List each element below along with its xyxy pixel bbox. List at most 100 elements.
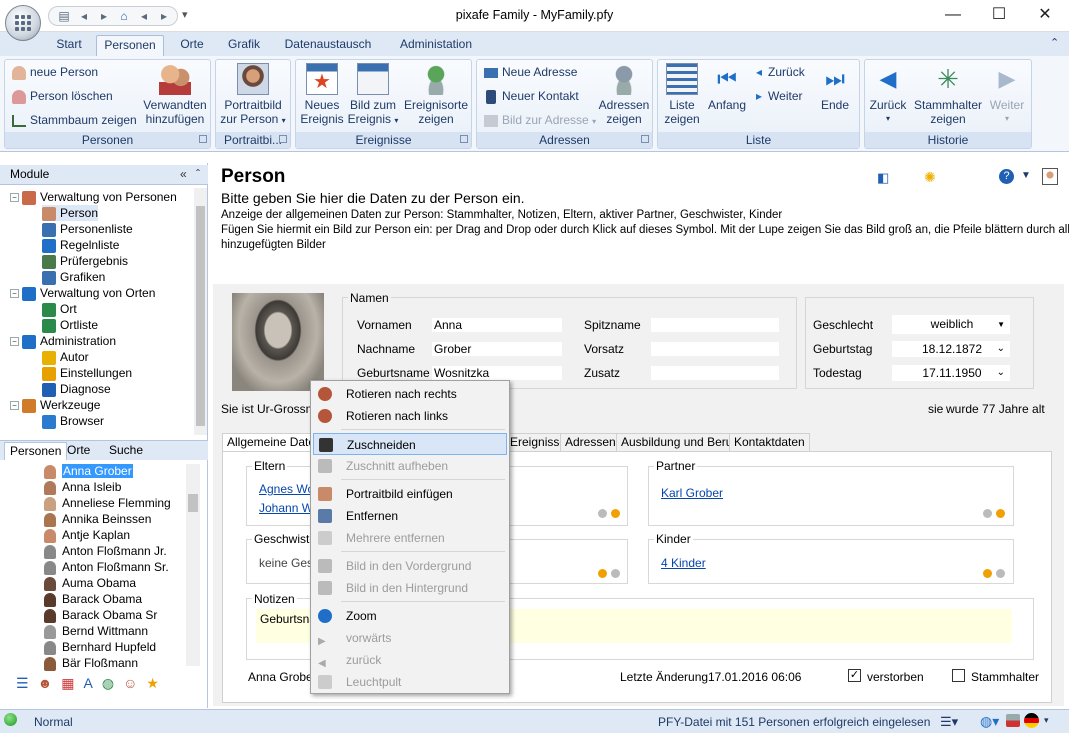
geburtstag-field[interactable]: 18.12.1872 ⌄ bbox=[892, 341, 1010, 357]
star-icon[interactable]: ★ bbox=[146, 675, 159, 692]
tab-grafik[interactable]: Grafik bbox=[222, 35, 266, 56]
tab-start[interactable]: Start bbox=[50, 35, 88, 56]
add-icon[interactable] bbox=[983, 509, 992, 518]
person-loeschen-button[interactable]: Person löschen bbox=[12, 89, 113, 104]
neue-person-button[interactable]: neue Person bbox=[12, 65, 98, 80]
add-icon[interactable] bbox=[598, 509, 607, 518]
tree-item[interactable]: Ort bbox=[42, 301, 77, 317]
tree-item[interactable]: Autor bbox=[42, 349, 89, 365]
tree-item[interactable]: Einstellungen bbox=[42, 365, 132, 381]
geburtsname-field[interactable]: Wosnitzka bbox=[432, 366, 562, 380]
tab-datenaustausch[interactable]: Datenaustausch bbox=[278, 35, 378, 56]
tab-suche[interactable]: Suche bbox=[104, 442, 148, 460]
context-menu-item[interactable]: Zoom bbox=[313, 605, 507, 627]
vorname-field[interactable]: Anna bbox=[432, 318, 562, 332]
remove-icon[interactable] bbox=[996, 569, 1005, 578]
list-view-icon[interactable]: ☰▾ bbox=[940, 714, 958, 730]
stammhalter-checkbox[interactable] bbox=[952, 669, 965, 682]
add-icon[interactable] bbox=[598, 569, 607, 578]
neues-ereignis-button[interactable]: ★ Neues Ereignis bbox=[298, 63, 346, 126]
adressen-zeigen-button[interactable]: Adressen zeigen bbox=[596, 63, 652, 126]
app-menu-button[interactable] bbox=[5, 5, 41, 41]
tree-item[interactable]: Grafiken bbox=[42, 269, 105, 285]
partner-link[interactable]: Karl Grober bbox=[661, 486, 723, 500]
person-list-item[interactable]: Barack Obama Sr bbox=[44, 607, 157, 623]
context-menu-item[interactable]: Bild in den Vordergrund bbox=[313, 555, 507, 577]
person-list-item[interactable]: Barack Obama bbox=[44, 591, 142, 607]
back-arrow-icon[interactable]: ◧ bbox=[877, 170, 889, 186]
portraitbild-button[interactable]: Portraitbild zur Person ▾ bbox=[218, 63, 288, 128]
collapse-up-icon[interactable]: ˆ bbox=[196, 167, 200, 181]
ende-button[interactable]: ⏭ Ende bbox=[815, 63, 855, 112]
vorsatz-field[interactable] bbox=[651, 342, 779, 356]
ribbon-collapse-icon[interactable]: ⌃ bbox=[1050, 36, 1059, 49]
tree-item[interactable]: − Administration bbox=[10, 333, 116, 349]
person-list-item[interactable]: Auma Obama bbox=[44, 575, 136, 591]
tree-item[interactable]: Personenliste bbox=[42, 221, 133, 237]
verstorben-checkbox[interactable]: ✓ bbox=[848, 669, 861, 682]
geschlecht-select[interactable]: weiblich ▼ bbox=[892, 315, 1010, 334]
language-flag-icon[interactable] bbox=[1024, 713, 1039, 728]
tree-item[interactable]: Browser bbox=[42, 413, 104, 429]
verwandten-hinzufuegen-button[interactable]: Verwandten hinzufügen bbox=[140, 63, 210, 126]
tree-item[interactable]: − Verwaltung von Orten bbox=[10, 285, 155, 301]
context-menu-item[interactable]: Bild in den Hintergrund bbox=[313, 577, 507, 599]
todestag-field[interactable]: 17.11.1950 ⌄ bbox=[892, 365, 1010, 381]
person-list-item[interactable]: Anna Isleib bbox=[44, 479, 121, 495]
tree-item[interactable]: Ortliste bbox=[42, 317, 98, 333]
person-list-item[interactable]: Antje Kaplan bbox=[44, 527, 130, 543]
bild-zum-ereignis-button[interactable]: Bild zum Ereignis ▾ bbox=[347, 63, 399, 128]
tab-kontaktdaten[interactable]: Kontaktdaten bbox=[729, 433, 810, 452]
neuer-kontakt-button[interactable]: Neuer Kontakt bbox=[484, 89, 579, 104]
person-list-item[interactable]: Annika Beinssen bbox=[44, 511, 151, 527]
language-dropdown-icon[interactable]: ▾ bbox=[1044, 715, 1049, 726]
group-launcher-icon[interactable] bbox=[460, 135, 468, 143]
collapse-icon[interactable]: − bbox=[10, 289, 19, 299]
portrait-image[interactable] bbox=[232, 293, 324, 391]
liste-zurueck-button[interactable]: ◂ Zurück bbox=[756, 65, 805, 79]
group-launcher-icon[interactable] bbox=[279, 135, 287, 143]
tab-ausbildung[interactable]: Ausbildung und Beruf bbox=[616, 433, 741, 452]
person-list-item[interactable]: Bernhard Hupfeld bbox=[44, 639, 156, 655]
person-list-item[interactable]: Anna Grober bbox=[44, 463, 133, 479]
minimize-button[interactable]: — bbox=[930, 0, 976, 32]
nachname-field[interactable]: Grober bbox=[432, 342, 562, 356]
person-list-item[interactable]: Anneliese Flemming bbox=[44, 495, 171, 511]
collapse-icon[interactable]: − bbox=[10, 337, 19, 347]
historie-weiter-button[interactable]: ▶ Weiter ▾ bbox=[986, 63, 1028, 126]
tab-personen[interactable]: Personen bbox=[96, 35, 164, 56]
tree-item[interactable]: Prüfergebnis bbox=[42, 253, 128, 269]
remove-icon[interactable] bbox=[611, 569, 620, 578]
person-list-item[interactable]: Anton Floßmann Jr. bbox=[44, 543, 167, 559]
remove-icon[interactable] bbox=[611, 509, 620, 518]
stammbaum-zeigen-button[interactable]: Stammbaum zeigen bbox=[12, 113, 137, 127]
context-menu-item[interactable]: Entfernen bbox=[313, 505, 507, 527]
tree-item[interactable]: Regelnliste bbox=[42, 237, 119, 253]
context-menu-item[interactable]: Zuschneiden bbox=[313, 433, 507, 455]
tab-adressen[interactable]: Adressen bbox=[560, 433, 621, 452]
person-list-item[interactable]: Bernd Wittmann bbox=[44, 623, 148, 639]
neue-adresse-button[interactable]: Neue Adresse bbox=[484, 65, 577, 79]
context-menu-item[interactable]: Leuchtpult bbox=[313, 671, 507, 693]
zusatz-field[interactable] bbox=[651, 366, 779, 380]
liste-weiter-button[interactable]: ▸ Weiter bbox=[756, 89, 802, 103]
tree-item[interactable]: Diagnose bbox=[42, 381, 111, 397]
historie-zurueck-button[interactable]: ◀ Zurück ▾ bbox=[866, 63, 910, 126]
kinder-link[interactable]: 4 Kinder bbox=[661, 556, 706, 570]
tab-orte[interactable]: Orte bbox=[172, 35, 212, 56]
person-list-item[interactable]: Anton Floßmann Sr. bbox=[44, 559, 169, 575]
bild-zur-adresse-button[interactable]: Bild zur Adresse ▾ bbox=[484, 113, 596, 129]
globe-icon[interactable]: ◍▾ bbox=[980, 713, 999, 730]
spitzname-field[interactable] bbox=[651, 318, 779, 332]
close-button[interactable]: ✕ bbox=[1022, 0, 1068, 32]
anfang-button[interactable]: ⏮ Anfang bbox=[705, 63, 749, 112]
group-launcher-icon[interactable] bbox=[641, 135, 649, 143]
remove-icon[interactable] bbox=[996, 509, 1005, 518]
eltern-link[interactable]: Agnes Wo bbox=[259, 482, 314, 496]
context-menu-item[interactable]: Rotieren nach links bbox=[313, 405, 507, 427]
persons-scrollbar[interactable] bbox=[186, 464, 200, 666]
tree-item[interactable]: − Werkzeuge bbox=[10, 397, 100, 413]
group-launcher-icon[interactable] bbox=[199, 135, 207, 143]
person-list-item[interactable]: Bär Floßmann bbox=[44, 655, 138, 671]
people-icon[interactable]: ☻ bbox=[38, 675, 53, 691]
